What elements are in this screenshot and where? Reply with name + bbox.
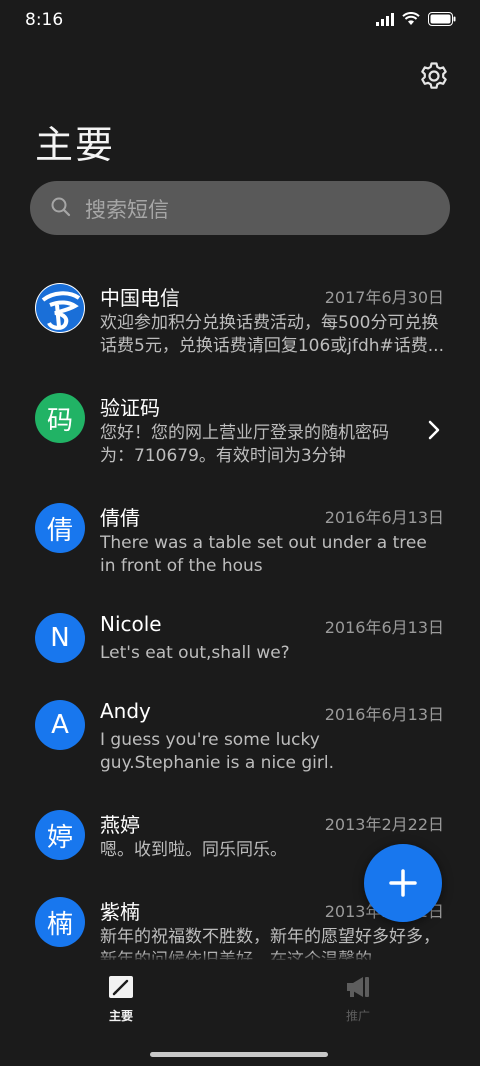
new-message-button[interactable] bbox=[364, 844, 442, 922]
avatar-letter: 码 bbox=[46, 405, 73, 436]
message-preview: 您好！您的网上营业厅登录的随机密码为：710679。有效时间为3分钟 bbox=[100, 423, 389, 466]
conversation-row[interactable]: A Andy 2016年6月13日 I guess you're some lu… bbox=[0, 697, 480, 787]
contact-name: 验证码 bbox=[100, 396, 160, 420]
search-input[interactable]: 搜索短信 bbox=[85, 194, 425, 224]
megaphone-icon bbox=[347, 977, 369, 997]
compose-icon bbox=[109, 976, 133, 998]
chevron-right-icon[interactable] bbox=[428, 420, 440, 440]
battery-icon bbox=[428, 12, 456, 26]
message-date: 2016年6月13日 bbox=[324, 618, 444, 637]
avatar: 倩 bbox=[35, 503, 85, 553]
avatar: 楠 bbox=[35, 897, 85, 947]
tab-promotions[interactable]: 推广 bbox=[318, 975, 398, 1024]
avatar-letter: 倩 bbox=[46, 515, 73, 546]
avatar bbox=[35, 283, 85, 333]
contact-name: 中国电信 bbox=[100, 286, 180, 310]
search-bar[interactable]: 搜索短信 bbox=[30, 181, 450, 235]
avatar-letter: 婷 bbox=[46, 822, 73, 853]
avatar: 婷 bbox=[35, 810, 85, 860]
china-telecom-logo bbox=[36, 284, 84, 332]
message-preview: I guess you're some lucky guy.Stephanie … bbox=[100, 730, 335, 773]
contact-name: 燕婷 bbox=[100, 813, 140, 837]
avatar-letter: A bbox=[51, 710, 69, 740]
avatar-letter: 楠 bbox=[46, 909, 73, 940]
message-preview: 欢迎参加积分兑换话费活动，每500分可兑换话费5元，兑换话费请回复106或jfd… bbox=[100, 313, 444, 356]
message-date: 2016年6月13日 bbox=[324, 705, 444, 724]
avatar: 码 bbox=[35, 393, 85, 443]
message-date: 2017年6月30日 bbox=[324, 288, 444, 307]
page-title: 主要 bbox=[35, 123, 116, 167]
status-icons bbox=[376, 12, 456, 26]
wifi-icon bbox=[402, 12, 420, 25]
signal-icon bbox=[376, 12, 394, 26]
contact-name: 紫楠 bbox=[100, 900, 140, 924]
tab-label: 主要 bbox=[108, 1009, 133, 1023]
status-bar: 8:16 bbox=[0, 0, 480, 42]
avatar: A bbox=[35, 700, 85, 750]
avatar-letter: N bbox=[50, 623, 70, 653]
settings-button[interactable] bbox=[418, 60, 450, 92]
conversation-row[interactable]: 倩 倩倩 2016年6月13日 There was a table set ou… bbox=[0, 500, 480, 590]
home-indicator[interactable] bbox=[150, 1052, 328, 1057]
message-date: 2016年6月13日 bbox=[324, 508, 444, 527]
contact-name: Andy bbox=[100, 699, 151, 723]
conversation-row[interactable]: N Nicole 2016年6月13日 Let's eat out,shall … bbox=[0, 610, 480, 680]
message-preview: There was a table set out under a tree i… bbox=[100, 533, 427, 576]
conversation-row[interactable]: 中国电信 2017年6月30日 欢迎参加积分兑换话费活动，每500分可兑换话费5… bbox=[0, 280, 480, 380]
plus-icon bbox=[389, 869, 417, 897]
gear-icon bbox=[421, 62, 447, 89]
conversation-row[interactable]: 码 验证码 您好！您的网上营业厅登录的随机密码为：710679。有效时间为3分钟 bbox=[0, 390, 480, 480]
contact-name: Nicole bbox=[100, 612, 162, 636]
tab-primary[interactable]: 主要 bbox=[81, 975, 161, 1024]
avatar: N bbox=[35, 613, 85, 663]
message-preview: Let's eat out,shall we? bbox=[100, 643, 290, 663]
message-date: 2013年2月22日 bbox=[324, 815, 444, 834]
status-time: 8:16 bbox=[25, 10, 64, 30]
contact-name: 倩倩 bbox=[100, 506, 140, 530]
search-icon bbox=[51, 197, 71, 217]
tab-label: 推广 bbox=[345, 1009, 370, 1023]
bottom-nav: 主要 推广 bbox=[0, 960, 480, 1066]
list-fade bbox=[0, 952, 480, 960]
